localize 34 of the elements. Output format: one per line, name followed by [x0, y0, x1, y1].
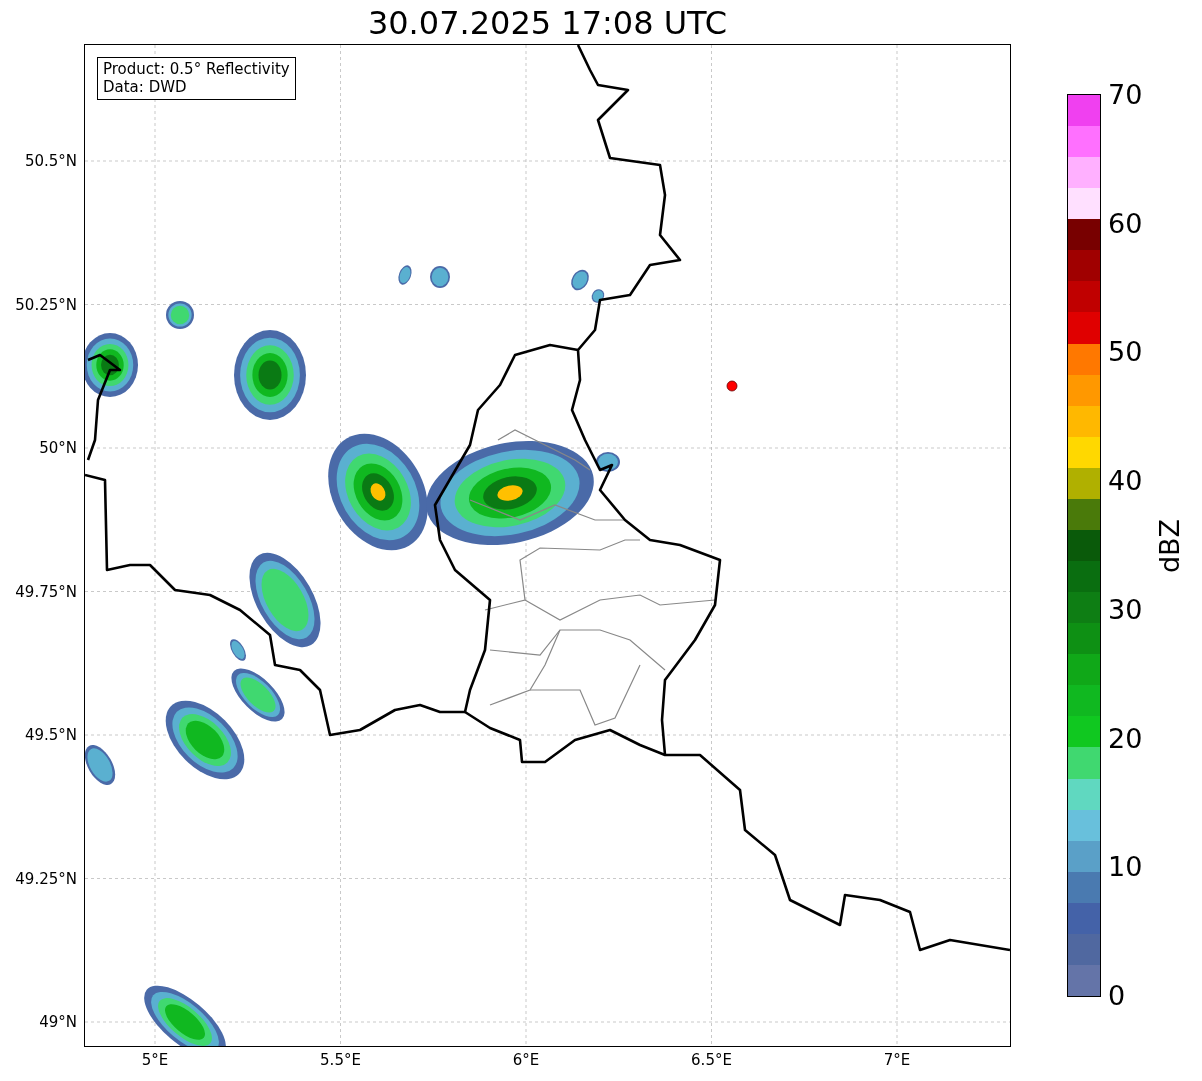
radar-echo [571, 269, 589, 291]
radar-echo [85, 745, 116, 785]
longitude-label: 6°E [511, 1050, 541, 1070]
radar-echo [398, 265, 412, 285]
radar-echo [596, 452, 620, 472]
unit-label: dBZ [1154, 518, 1186, 573]
location-marker [726, 380, 738, 392]
chart-title: 30.07.2025 17:08 UTC [367, 2, 728, 43]
latitude-label: 49.5°N [24, 725, 77, 745]
info-text: Product: 0.5° Reflectivity [103, 60, 290, 78]
scale-label: 20 [1108, 722, 1143, 755]
scale-label: 40 [1108, 465, 1143, 498]
longitude-label: 5.5°E [319, 1050, 362, 1070]
radar-echo [85, 333, 138, 397]
radar-echo [430, 266, 450, 288]
scale-label: 60 [1108, 207, 1143, 240]
scale-label: 70 [1108, 79, 1143, 111]
scale-label: 30 [1108, 593, 1143, 626]
latitude-label: 49°N [39, 1012, 77, 1032]
radar-echo [591, 289, 605, 303]
longitude-label: 6.5°E [690, 1050, 733, 1070]
latitude-label: 49.25°N [15, 868, 77, 889]
scale-label: 50 [1108, 336, 1143, 369]
radar-echo [230, 639, 246, 661]
longitude-label: 5°E [140, 1050, 170, 1070]
longitude-label: 7°E [882, 1050, 912, 1070]
info-text: Data: DWD [103, 78, 188, 96]
radar-echo [166, 301, 194, 329]
latitude-label: 50.5°N [24, 151, 77, 171]
latitude-label: 50.25°N [15, 294, 77, 315]
scale-label: 10 [1108, 851, 1143, 884]
latitude-label: 49.75°N [15, 581, 77, 602]
scale-label: 0 [1108, 980, 1126, 1012]
latitude-label: 50°N [39, 438, 77, 458]
